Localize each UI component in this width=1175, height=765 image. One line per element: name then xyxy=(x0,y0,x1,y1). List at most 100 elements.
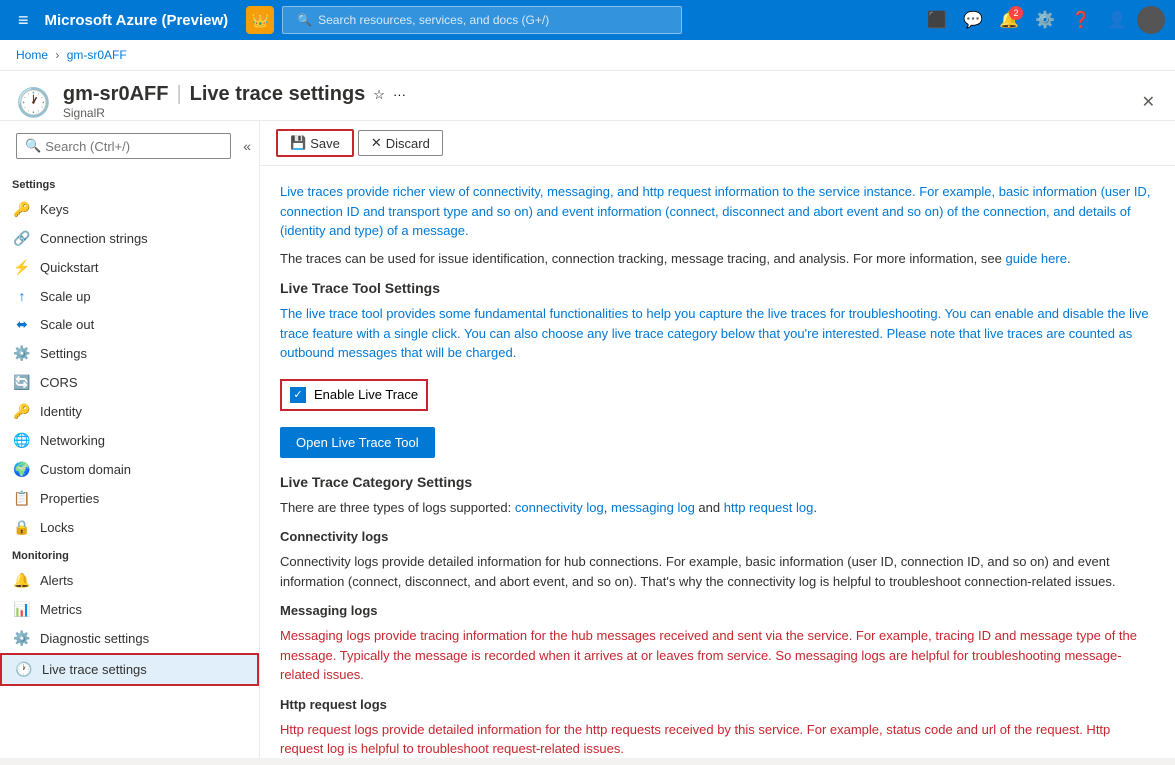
sidebar-collapse-button[interactable]: « xyxy=(239,134,255,158)
metrics-icon: 📊 xyxy=(12,601,32,618)
enable-trace-checkbox[interactable]: ✓ xyxy=(290,387,306,403)
resource-icon: 🕐 xyxy=(16,86,51,119)
sidebar-item-label: Live trace settings xyxy=(42,662,147,677)
sidebar-item-scale-out[interactable]: ⬌ Scale out xyxy=(0,310,259,339)
sidebar-item-label: Custom domain xyxy=(40,462,131,477)
section1-description: The live trace tool provides some fundam… xyxy=(280,304,1155,363)
breadcrumb-resource[interactable]: gm-sr0AFF xyxy=(67,48,127,62)
connectivity-logs-title: Connectivity logs xyxy=(280,529,1155,544)
connectivity-logs-desc: Connectivity logs provide detailed infor… xyxy=(280,552,1155,591)
sidebar-item-label: Diagnostic settings xyxy=(40,631,149,646)
user-avatar[interactable] xyxy=(1137,6,1165,34)
crown-icon: 👑 xyxy=(246,6,274,34)
header-title-group: gm-sr0AFF | Live trace settings ☆ ··· Si… xyxy=(63,83,406,120)
sidebar-item-label: Locks xyxy=(40,520,74,535)
sidebar-item-custom-domain[interactable]: 🌍 Custom domain xyxy=(0,455,259,484)
search-icon: 🔍 xyxy=(297,13,312,27)
sidebar-item-locks[interactable]: 🔒 Locks xyxy=(0,513,259,542)
cors-icon: 🔄 xyxy=(12,374,32,391)
intro-paragraph-1: Live traces provide richer view of conne… xyxy=(280,182,1155,241)
quickstart-icon: ⚡ xyxy=(12,259,32,276)
intro-text-colored: Live traces provide richer view of conne… xyxy=(280,184,1150,238)
sidebar-item-label: Quickstart xyxy=(40,260,99,275)
connection-strings-icon: 🔗 xyxy=(12,230,32,247)
sidebar-item-cors[interactable]: 🔄 CORS xyxy=(0,368,259,397)
discard-button[interactable]: ✕ Discard xyxy=(358,130,443,156)
notification-badge: 2 xyxy=(1009,6,1023,20)
sidebar-search-input[interactable] xyxy=(45,139,222,154)
keys-icon: 🔑 xyxy=(12,201,32,218)
sidebar-item-scale-up[interactable]: ↑ Scale up xyxy=(0,282,259,310)
user-feedback-icon[interactable]: 👤 xyxy=(1101,4,1133,36)
sidebar-search-row: 🔍 « xyxy=(0,121,259,171)
content-area: 💾 Save ✕ Discard Live traces provide ric… xyxy=(260,121,1175,758)
http-logs-title: Http request logs xyxy=(280,697,1155,712)
main-layout: 🔍 « Settings 🔑 Keys 🔗 Connection strings… xyxy=(0,121,1175,758)
enable-trace-label: Enable Live Trace xyxy=(314,387,418,402)
more-options-icon[interactable]: ··· xyxy=(393,87,406,102)
content-body: Live traces provide richer view of conne… xyxy=(260,166,1175,758)
feedback-icon[interactable]: 💬 xyxy=(957,4,989,36)
sidebar-section-settings: Settings xyxy=(0,171,259,195)
resource-type: SignalR xyxy=(63,106,406,120)
sidebar-item-live-trace-settings[interactable]: 🕐 Live trace settings xyxy=(0,653,259,686)
sidebar-item-identity[interactable]: 🔑 Identity xyxy=(0,397,259,426)
hamburger-menu[interactable]: ≡ xyxy=(10,6,37,35)
top-navigation-bar: ≡ Microsoft Azure (Preview) 👑 🔍 Search r… xyxy=(0,0,1175,40)
diagnostic-icon: ⚙️ xyxy=(12,630,32,647)
networking-icon: 🌐 xyxy=(12,432,32,449)
sidebar-item-quickstart[interactable]: ⚡ Quickstart xyxy=(0,253,259,282)
messaging-logs-desc: Messaging logs provide tracing informati… xyxy=(280,626,1155,685)
sidebar-section-monitoring: Monitoring xyxy=(0,542,259,566)
settings-icon[interactable]: ⚙️ xyxy=(1029,4,1061,36)
scale-up-icon: ↑ xyxy=(12,288,32,304)
app-title: Microsoft Azure (Preview) xyxy=(45,12,229,29)
sidebar-item-alerts[interactable]: 🔔 Alerts xyxy=(0,566,259,595)
sidebar-item-label: Connection strings xyxy=(40,231,148,246)
sidebar-item-metrics[interactable]: 📊 Metrics xyxy=(0,595,259,624)
save-button[interactable]: 💾 Save xyxy=(276,129,354,157)
sidebar-item-connection-strings[interactable]: 🔗 Connection strings xyxy=(0,224,259,253)
http-logs-desc: Http request logs provide detailed infor… xyxy=(280,720,1155,759)
toolbar: 💾 Save ✕ Discard xyxy=(260,121,1175,166)
sidebar-item-networking[interactable]: 🌐 Networking xyxy=(0,426,259,455)
sidebar-search-box[interactable]: 🔍 xyxy=(16,133,231,159)
search-placeholder: Search resources, services, and docs (G+… xyxy=(318,13,549,27)
sidebar-item-label: Properties xyxy=(40,491,99,506)
sidebar-item-keys[interactable]: 🔑 Keys xyxy=(0,195,259,224)
sidebar-item-properties[interactable]: 📋 Properties xyxy=(0,484,259,513)
connectivity-logs-section: Connectivity logs Connectivity logs prov… xyxy=(280,529,1155,591)
section-title-2: Live Trace Category Settings xyxy=(280,474,1155,490)
sidebar-item-label: Metrics xyxy=(40,602,82,617)
save-icon: 💾 xyxy=(290,135,306,151)
help-icon[interactable]: ❓ xyxy=(1065,4,1097,36)
notifications-icon[interactable]: 🔔 2 xyxy=(993,4,1025,36)
breadcrumb-home[interactable]: Home xyxy=(16,48,48,62)
sidebar-item-settings[interactable]: ⚙️ Settings xyxy=(0,339,259,368)
enable-live-trace-row: ✓ Enable Live Trace xyxy=(280,379,428,411)
discard-icon: ✕ xyxy=(371,135,382,151)
alerts-icon: 🔔 xyxy=(12,572,32,589)
title-separator: | xyxy=(176,83,181,106)
sidebar-item-label: Alerts xyxy=(40,573,73,588)
global-search[interactable]: 🔍 Search resources, services, and docs (… xyxy=(282,6,682,34)
sidebar-item-label: Keys xyxy=(40,202,69,217)
messaging-logs-section: Messaging logs Messaging logs provide tr… xyxy=(280,603,1155,685)
messaging-logs-title: Messaging logs xyxy=(280,603,1155,618)
locks-icon: 🔒 xyxy=(12,519,32,536)
sidebar: 🔍 « Settings 🔑 Keys 🔗 Connection strings… xyxy=(0,121,260,758)
breadcrumb-separator: › xyxy=(55,48,62,62)
intro-paragraph-2: The traces can be used for issue identif… xyxy=(280,249,1155,269)
close-button[interactable]: ✕ xyxy=(1138,88,1159,116)
page-header: 🕐 gm-sr0AFF | Live trace settings ☆ ··· … xyxy=(0,71,1175,121)
sidebar-item-diagnostic-settings[interactable]: ⚙️ Diagnostic settings xyxy=(0,624,259,653)
guide-link-1[interactable]: guide here xyxy=(1005,251,1066,266)
open-live-trace-tool-button[interactable]: Open Live Trace Tool xyxy=(280,427,435,458)
custom-domain-icon: 🌍 xyxy=(12,461,32,478)
favorite-star-icon[interactable]: ☆ xyxy=(373,87,385,103)
page-title: Live trace settings xyxy=(190,83,366,106)
live-trace-icon: 🕐 xyxy=(14,661,34,678)
http-logs-section: Http request logs Http request logs prov… xyxy=(280,697,1155,759)
cloud-shell-icon[interactable]: ⬛ xyxy=(921,4,953,36)
sidebar-scroll-area: Settings 🔑 Keys 🔗 Connection strings ⚡ Q… xyxy=(0,171,259,758)
